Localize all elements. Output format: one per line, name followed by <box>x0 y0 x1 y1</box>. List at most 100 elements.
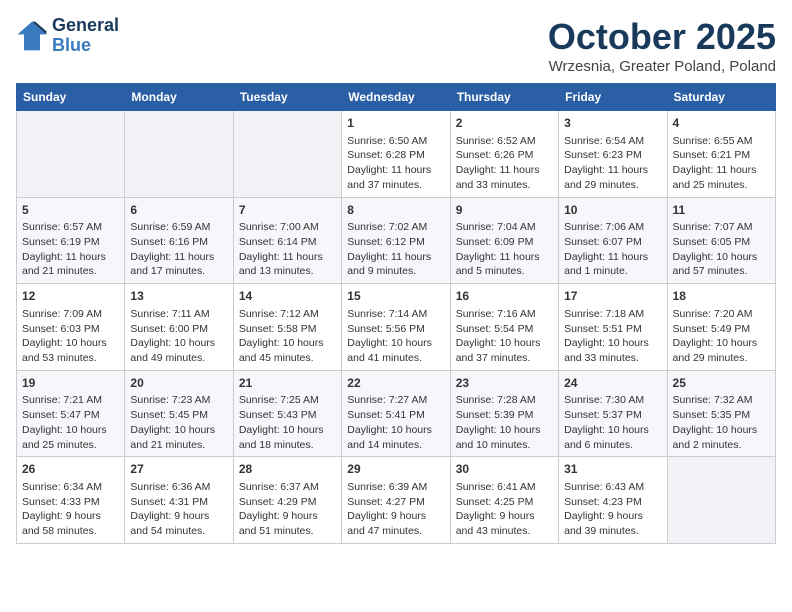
day-info: Sunset: 6:16 PM <box>130 235 227 250</box>
day-info: Daylight: 11 hours <box>564 250 661 265</box>
day-info: and 9 minutes. <box>347 264 444 279</box>
day-info: Daylight: 11 hours <box>456 250 553 265</box>
day-number: 30 <box>456 461 553 478</box>
month-title: October 2025 <box>548 16 776 58</box>
day-info: Daylight: 9 hours <box>456 509 553 524</box>
day-number: 14 <box>239 288 336 305</box>
day-info: Sunset: 6:28 PM <box>347 148 444 163</box>
day-info: and 5 minutes. <box>456 264 553 279</box>
header-cell-saturday: Saturday <box>667 84 775 111</box>
day-number: 24 <box>564 375 661 392</box>
day-info: Sunrise: 7:14 AM <box>347 307 444 322</box>
logo-line2: Blue <box>52 36 119 56</box>
calendar-body: 1Sunrise: 6:50 AMSunset: 6:28 PMDaylight… <box>17 111 776 544</box>
day-info: Sunrise: 6:54 AM <box>564 134 661 149</box>
day-info: and 17 minutes. <box>130 264 227 279</box>
day-info: Sunset: 4:27 PM <box>347 495 444 510</box>
day-number: 1 <box>347 115 444 132</box>
day-info: Sunrise: 7:06 AM <box>564 220 661 235</box>
day-cell: 12Sunrise: 7:09 AMSunset: 6:03 PMDayligh… <box>17 284 125 371</box>
header-cell-thursday: Thursday <box>450 84 558 111</box>
day-info: Daylight: 11 hours <box>347 163 444 178</box>
day-info: Sunrise: 7:00 AM <box>239 220 336 235</box>
logo-icon <box>16 20 48 52</box>
day-number: 10 <box>564 202 661 219</box>
day-number: 18 <box>673 288 770 305</box>
day-info: Sunrise: 6:55 AM <box>673 134 770 149</box>
day-info: Sunset: 5:58 PM <box>239 322 336 337</box>
day-cell: 18Sunrise: 7:20 AMSunset: 5:49 PMDayligh… <box>667 284 775 371</box>
day-info: Daylight: 10 hours <box>239 336 336 351</box>
day-info: and 54 minutes. <box>130 524 227 539</box>
day-info: Daylight: 11 hours <box>673 163 770 178</box>
day-info: Sunset: 6:19 PM <box>22 235 119 250</box>
day-info: Sunset: 6:00 PM <box>130 322 227 337</box>
day-cell: 31Sunrise: 6:43 AMSunset: 4:23 PMDayligh… <box>559 457 667 544</box>
day-info: Sunrise: 6:41 AM <box>456 480 553 495</box>
day-info: and 21 minutes. <box>130 438 227 453</box>
day-cell: 21Sunrise: 7:25 AMSunset: 5:43 PMDayligh… <box>233 370 341 457</box>
day-info: Sunset: 6:14 PM <box>239 235 336 250</box>
day-number: 22 <box>347 375 444 392</box>
day-cell: 29 Sunrise: 6:39 AMSunset: 4:27 PMDayligh… <box>342 457 450 544</box>
day-info: and 10 minutes. <box>456 438 553 453</box>
header-cell-monday: Monday <box>125 84 233 111</box>
day-info: and 57 minutes. <box>673 264 770 279</box>
day-info: Sunrise: 7:28 AM <box>456 393 553 408</box>
day-info: Sunrise: 6:59 AM <box>130 220 227 235</box>
header-cell-wednesday: Wednesday <box>342 84 450 111</box>
day-number: 5 <box>22 202 119 219</box>
day-info: Sunset: 4:25 PM <box>456 495 553 510</box>
day-number: 8 <box>347 202 444 219</box>
day-info: Daylight: 9 hours <box>239 509 336 524</box>
day-number: 13 <box>130 288 227 305</box>
day-info: Daylight: 11 hours <box>456 163 553 178</box>
day-info: Sunset: 6:03 PM <box>22 322 119 337</box>
day-info: Sunset: 5:47 PM <box>22 408 119 423</box>
day-info: Daylight: 10 hours <box>456 336 553 351</box>
day-cell: 28Sunrise: 6:37 AMSunset: 4:29 PMDayligh… <box>233 457 341 544</box>
week-row-3: 19Sunrise: 7:21 AMSunset: 5:47 PMDayligh… <box>17 370 776 457</box>
day-info: and 33 minutes. <box>564 351 661 366</box>
day-info: and 18 minutes. <box>239 438 336 453</box>
day-info: Daylight: 10 hours <box>22 423 119 438</box>
day-info: Sunrise: 7:30 AM <box>564 393 661 408</box>
week-row-0: 1Sunrise: 6:50 AMSunset: 6:28 PMDaylight… <box>17 111 776 198</box>
day-number: 23 <box>456 375 553 392</box>
day-info: Sunset: 5:54 PM <box>456 322 553 337</box>
day-cell: 16Sunrise: 7:16 AMSunset: 5:54 PMDayligh… <box>450 284 558 371</box>
day-info: Sunset: 4:33 PM <box>22 495 119 510</box>
day-info: Sunset: 5:39 PM <box>456 408 553 423</box>
title-block: October 2025 Wrzesnia, Greater Poland, P… <box>548 16 776 75</box>
day-info: and 43 minutes. <box>456 524 553 539</box>
header-cell-friday: Friday <box>559 84 667 111</box>
day-info: Sunset: 5:35 PM <box>673 408 770 423</box>
day-number: 20 <box>130 375 227 392</box>
day-number: 29 <box>347 461 444 478</box>
day-info: Sunrise: 7:23 AM <box>130 393 227 408</box>
day-number: 6 <box>130 202 227 219</box>
day-info: and 47 minutes. <box>347 524 444 539</box>
day-number: 31 <box>564 461 661 478</box>
day-info: Daylight: 10 hours <box>347 423 444 438</box>
day-info: Sunset: 6:05 PM <box>673 235 770 250</box>
day-info: Daylight: 10 hours <box>347 336 444 351</box>
day-number: 17 <box>564 288 661 305</box>
calendar-header: SundayMondayTuesdayWednesdayThursdayFrid… <box>17 84 776 111</box>
day-info: Sunset: 5:43 PM <box>239 408 336 423</box>
header-cell-sunday: Sunday <box>17 84 125 111</box>
day-info: and 33 minutes. <box>456 178 553 193</box>
week-row-1: 5Sunrise: 6:57 AMSunset: 6:19 PMDaylight… <box>17 197 776 284</box>
day-info: Sunrise: 7:04 AM <box>456 220 553 235</box>
day-info: Daylight: 9 hours <box>347 509 444 524</box>
week-row-2: 12Sunrise: 7:09 AMSunset: 6:03 PMDayligh… <box>17 284 776 371</box>
day-info: Sunrise: 6:39 AM <box>347 480 444 495</box>
day-info: and 49 minutes. <box>130 351 227 366</box>
day-info: and 6 minutes. <box>564 438 661 453</box>
day-info: Daylight: 10 hours <box>673 250 770 265</box>
calendar-table: SundayMondayTuesdayWednesdayThursdayFrid… <box>16 83 776 544</box>
day-info: Sunrise: 7:27 AM <box>347 393 444 408</box>
day-number: 12 <box>22 288 119 305</box>
day-info: Sunrise: 6:50 AM <box>347 134 444 149</box>
day-info: Sunset: 6:26 PM <box>456 148 553 163</box>
